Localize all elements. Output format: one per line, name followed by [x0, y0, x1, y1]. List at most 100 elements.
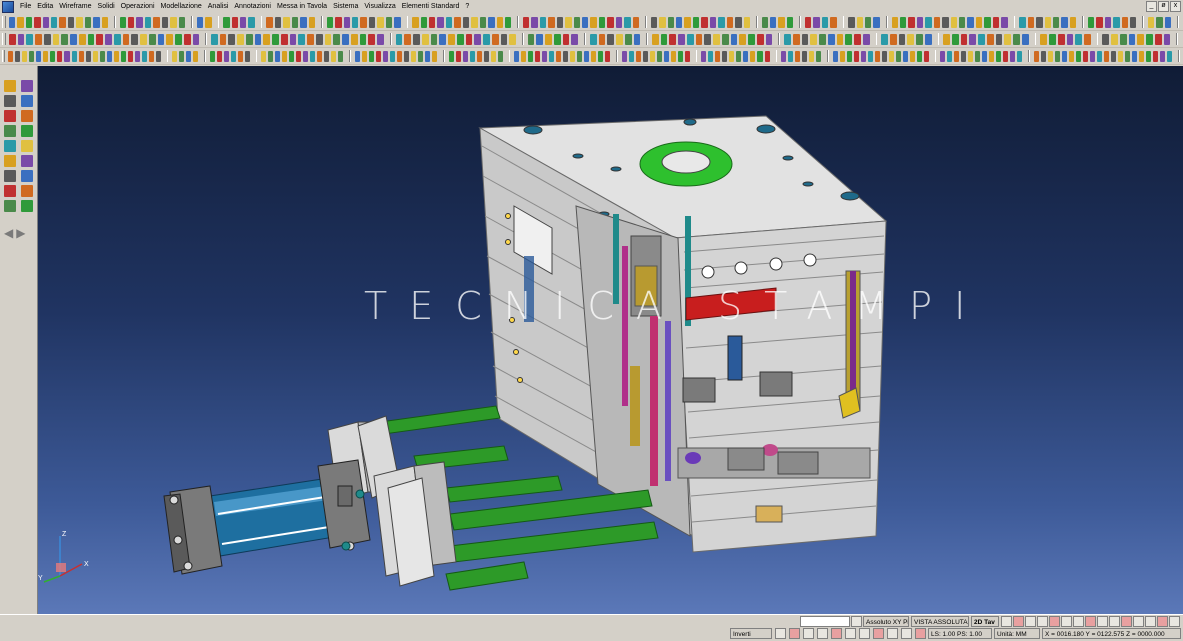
toolbar-tool-icon[interactable]	[950, 16, 957, 28]
toolbar-tool-icon[interactable]	[96, 33, 104, 45]
side-tool-icon[interactable]	[21, 110, 33, 122]
toolbar-tool-icon[interactable]	[216, 50, 222, 62]
toolbar-tool-icon[interactable]	[307, 33, 314, 45]
status-toggle-button[interactable]	[1133, 616, 1144, 627]
toolbar-tool-icon[interactable]	[71, 50, 77, 62]
toolbar-tool-icon[interactable]	[338, 50, 344, 62]
toolbar-tool-icon[interactable]	[960, 33, 968, 45]
toolbar-tool-icon[interactable]	[106, 50, 112, 62]
toolbar-tool-icon[interactable]	[678, 33, 685, 45]
side-tool-icon[interactable]	[21, 95, 33, 107]
toolbar-tool-icon[interactable]	[396, 50, 402, 62]
toolbar-tool-icon[interactable]	[22, 50, 28, 62]
toolbar-tool-icon[interactable]	[317, 50, 323, 62]
toolbar-tool-icon[interactable]	[78, 50, 84, 62]
toolbar-tool-icon[interactable]	[101, 16, 108, 28]
toolbar-tool-icon[interactable]	[1049, 33, 1056, 45]
toolbar-tool-icon[interactable]	[584, 50, 590, 62]
toolbar-tool-icon[interactable]	[394, 16, 401, 28]
toolbar-tool-icon[interactable]	[591, 50, 597, 62]
toolbar-tool-icon[interactable]	[342, 33, 349, 45]
toolbar-tool-icon[interactable]	[268, 50, 274, 62]
toolbar-tool-icon[interactable]	[995, 33, 1003, 45]
toolbar-tool-icon[interactable]	[1130, 16, 1137, 28]
toolbar-tool-icon[interactable]	[1036, 16, 1043, 28]
toolbar-tool-icon[interactable]	[718, 16, 725, 28]
toolbar-tool-icon[interactable]	[1118, 50, 1124, 62]
toolbar-tool-icon[interactable]	[881, 33, 888, 45]
toolbar-tool-icon[interactable]	[192, 33, 200, 45]
toolbar-tool-icon[interactable]	[548, 16, 555, 28]
toolbar-tool-icon[interactable]	[113, 33, 121, 45]
toolbar-tool-icon[interactable]	[266, 16, 273, 28]
toolbar-tool-icon[interactable]	[730, 33, 738, 45]
toolbar-tool-icon[interactable]	[350, 33, 358, 45]
side-tool-icon[interactable]	[21, 185, 33, 197]
menu-item[interactable]: File	[17, 0, 34, 13]
toolbar-tool-icon[interactable]	[308, 16, 316, 28]
status-toggle-button[interactable]	[873, 628, 884, 639]
toolbar-tool-icon[interactable]	[136, 16, 143, 28]
toolbar-tool-icon[interactable]	[368, 50, 374, 62]
toolbar-tool-icon[interactable]	[1167, 50, 1173, 62]
side-tool-icon[interactable]	[4, 170, 16, 182]
toolbar-tool-icon[interactable]	[1057, 33, 1065, 45]
status-toggle-button[interactable]	[915, 628, 926, 639]
toolbar-tool-icon[interactable]	[563, 50, 569, 62]
toolbar-tool-icon[interactable]	[813, 16, 820, 28]
toolbar-tool-icon[interactable]	[8, 50, 14, 62]
toolbar-tool-icon[interactable]	[947, 50, 953, 62]
toolbar-tool-icon[interactable]	[410, 50, 416, 62]
cad-viewport[interactable]: Z X Y TECNICA STAMPI	[38, 66, 1183, 614]
side-tool-icon[interactable]	[4, 140, 16, 152]
toolbar-tool-icon[interactable]	[874, 50, 880, 62]
toolbar-tool-icon[interactable]	[701, 16, 708, 28]
toolbar-tool-icon[interactable]	[795, 50, 801, 62]
toolbar-tool-icon[interactable]	[598, 16, 606, 28]
toolbar-tool-icon[interactable]	[721, 33, 729, 45]
toolbar-tool-icon[interactable]	[1104, 16, 1112, 28]
toolbar-tool-icon[interactable]	[676, 16, 683, 28]
toolbar-tool-icon[interactable]	[1102, 33, 1110, 45]
toolbar-tool-icon[interactable]	[275, 50, 281, 62]
toolbar-tool-icon[interactable]	[621, 50, 627, 62]
toolbar-tool-icon[interactable]	[296, 50, 302, 62]
toolbar-tool-icon[interactable]	[52, 33, 60, 45]
toolbar-tool-icon[interactable]	[105, 33, 112, 45]
toolbar-tool-icon[interactable]	[223, 50, 229, 62]
toolbar-tool-icon[interactable]	[471, 16, 478, 28]
toolbar-tool-icon[interactable]	[403, 50, 409, 62]
toolbar-tool-icon[interactable]	[663, 50, 669, 62]
toolbar-tool-icon[interactable]	[860, 50, 866, 62]
toolbar-tool-icon[interactable]	[488, 16, 495, 28]
toolbar-tool-icon[interactable]	[514, 50, 520, 62]
menu-item[interactable]: Modellazione	[158, 0, 205, 13]
toolbar-tool-icon[interactable]	[50, 50, 56, 62]
toolbar-tool-icon[interactable]	[1004, 33, 1012, 45]
status-toggle-button[interactable]	[845, 628, 856, 639]
menu-item[interactable]: Messa in Tavola	[274, 0, 330, 13]
toolbar-tool-icon[interactable]	[1154, 33, 1162, 45]
app-icon[interactable]	[2, 0, 14, 13]
toolbar-tool-icon[interactable]	[865, 16, 872, 28]
toolbar-tool-icon[interactable]	[153, 16, 160, 28]
toolbar-tool-icon[interactable]	[635, 50, 641, 62]
toolbar-tool-icon[interactable]	[959, 16, 966, 28]
toolbar-tool-icon[interactable]	[1019, 16, 1026, 28]
toolbar-tool-icon[interactable]	[633, 33, 641, 45]
toolbar-tool-icon[interactable]	[943, 33, 950, 45]
toolbar-tool-icon[interactable]	[430, 33, 438, 45]
toolbar-tool-icon[interactable]	[925, 16, 932, 28]
toolbar-tool-icon[interactable]	[1163, 33, 1171, 45]
toolbar-tool-icon[interactable]	[42, 16, 49, 28]
toolbar-tool-icon[interactable]	[360, 16, 367, 28]
toolbar-tool-icon[interactable]	[248, 16, 255, 28]
toolbar-tool-icon[interactable]	[148, 50, 154, 62]
menu-item[interactable]: Annotazioni	[231, 0, 274, 13]
toolbar-tool-icon[interactable]	[170, 16, 177, 28]
toolbar-tool-icon[interactable]	[969, 33, 977, 45]
toolbar-tool-icon[interactable]	[128, 16, 135, 28]
toolbar-tool-icon[interactable]	[175, 33, 182, 45]
status-toggle-button[interactable]	[1145, 616, 1156, 627]
toolbar-tool-icon[interactable]	[889, 33, 897, 45]
